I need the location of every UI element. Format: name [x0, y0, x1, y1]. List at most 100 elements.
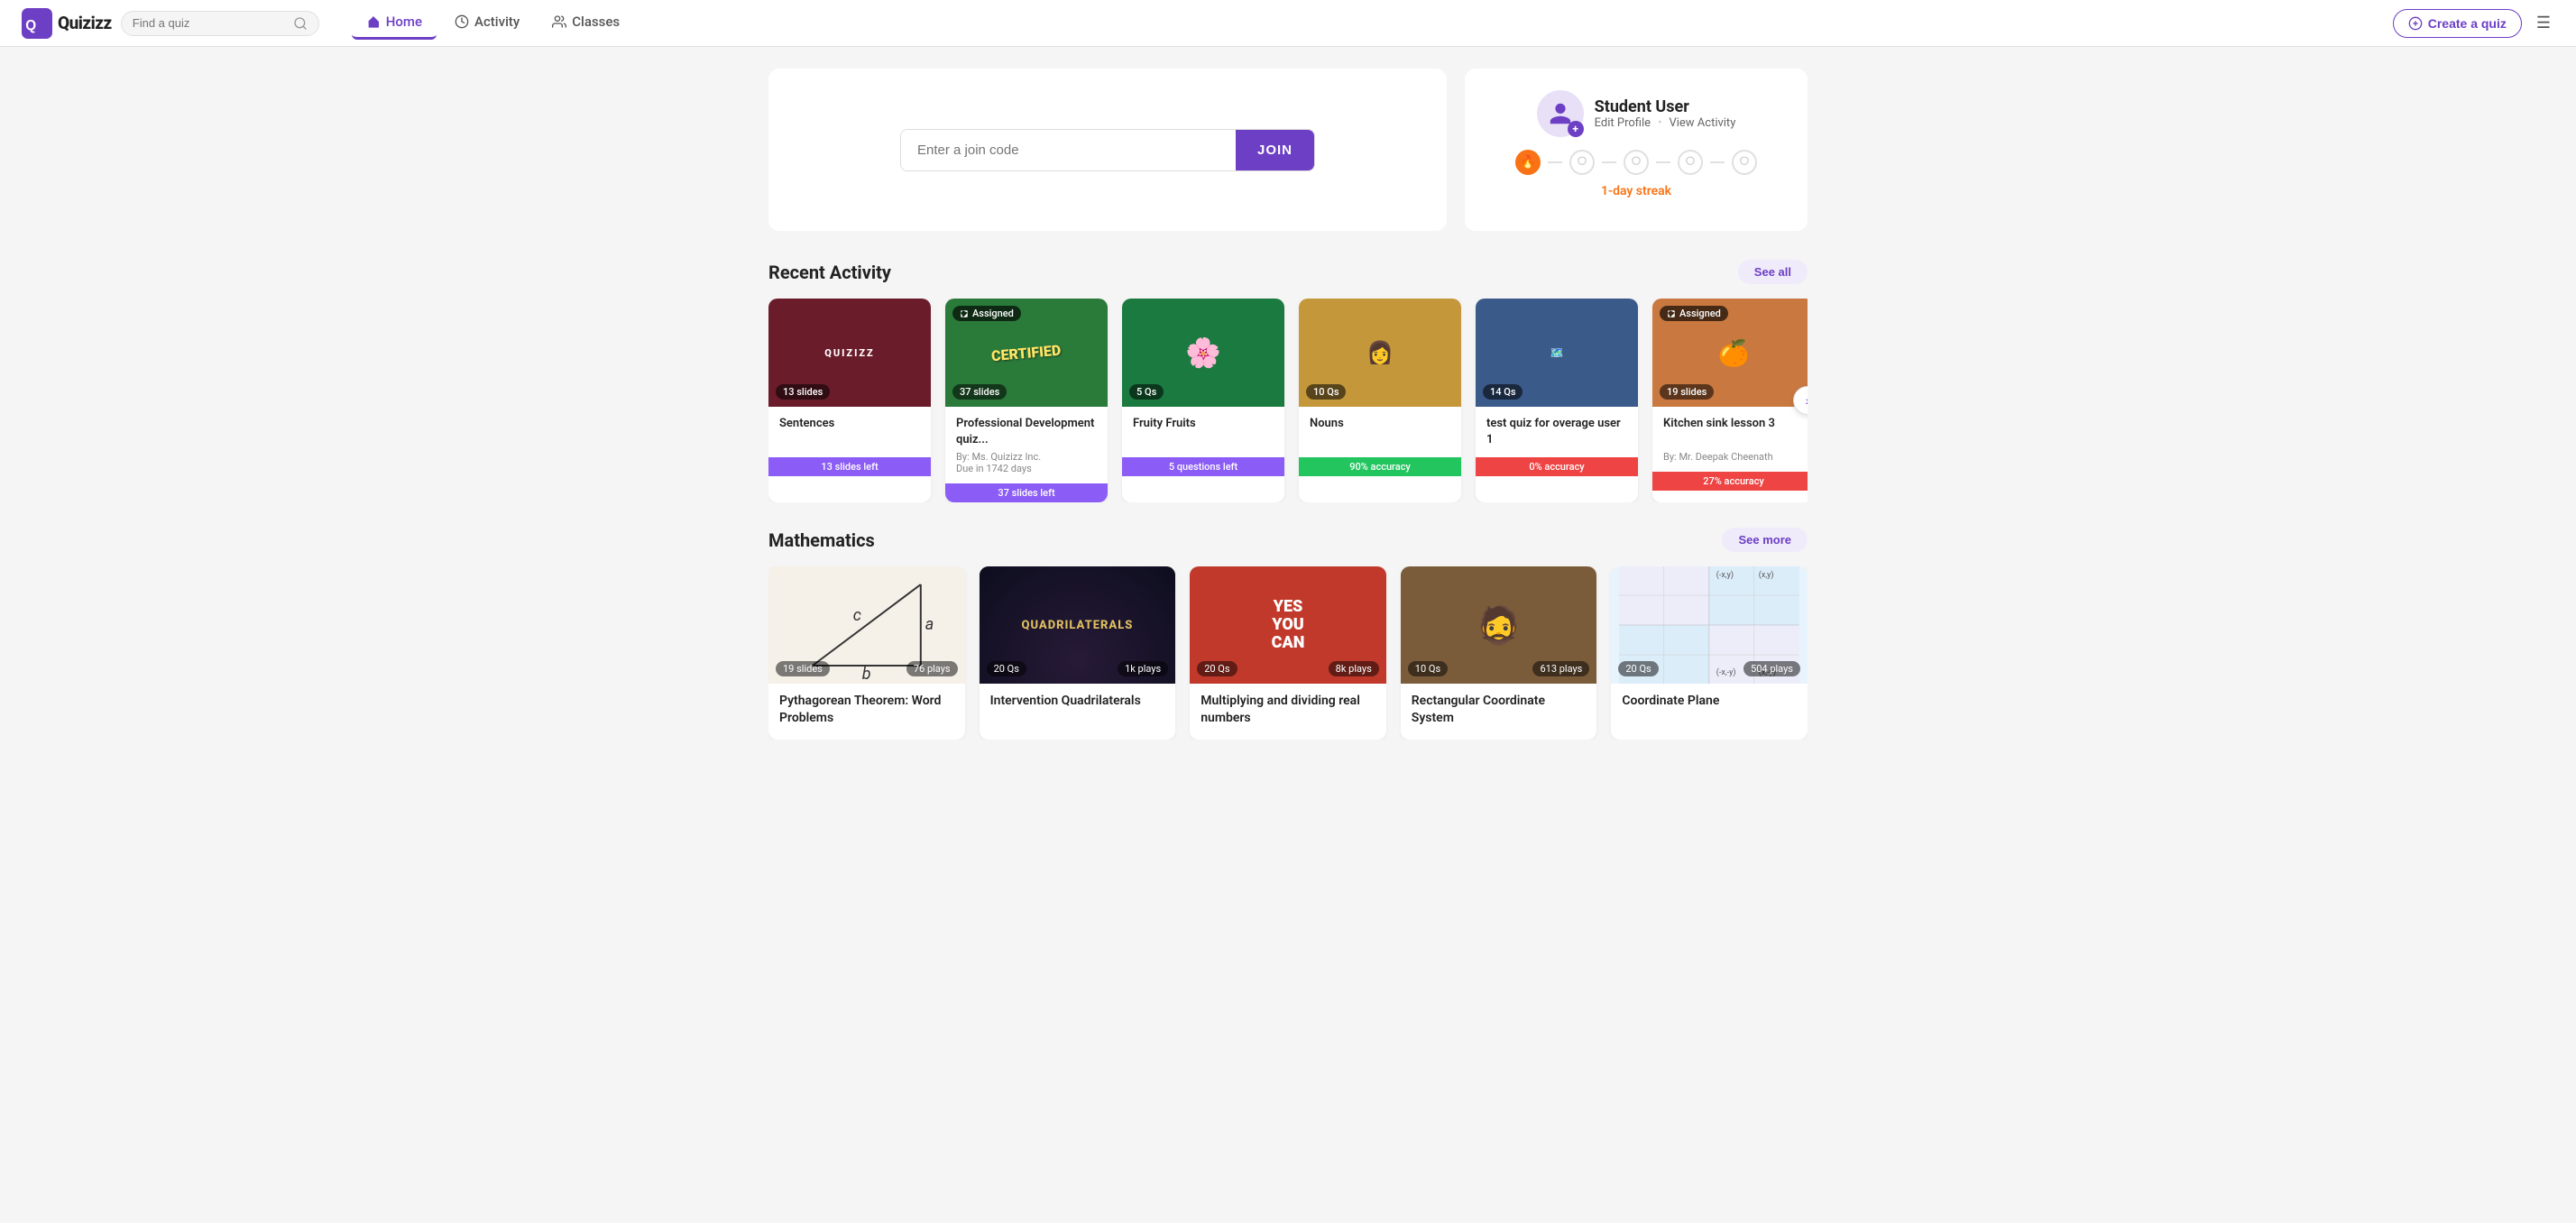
search-input[interactable]	[133, 16, 290, 30]
math-thumb-pythagorean: c a b 19 slides 76 plays	[768, 566, 965, 684]
see-more-button[interactable]: See more	[1722, 528, 1808, 552]
menu-button[interactable]: ☰	[2533, 10, 2554, 36]
profile-links: Edit Profile • View Activity	[1595, 116, 1736, 130]
streak-day-4	[1678, 150, 1703, 175]
quiz-card-fruity[interactable]: 🌸 5 Qs Fruity Fruits 5 questions left	[1122, 299, 1284, 502]
svg-text:b: b	[862, 665, 871, 684]
card-status-fruity: 5 questions left	[1122, 457, 1284, 476]
nav-home[interactable]: Home	[352, 6, 437, 40]
card-body-test: test quiz for overage user 1	[1476, 407, 1638, 457]
streak-connector-3	[1656, 161, 1670, 163]
quiz-card-test[interactable]: 🗺️ 14 Qs test quiz for overage user 1 0%…	[1476, 299, 1638, 502]
card-title-sentences: Sentences	[779, 416, 920, 448]
create-quiz-label: Create a quiz	[2428, 16, 2507, 31]
math-thumb-bg-multiplying: YESYOUCAN 20 Qs 8k plays	[1190, 566, 1386, 684]
see-all-button[interactable]: See all	[1738, 260, 1808, 284]
avatar-plus-icon[interactable]: +	[1568, 121, 1584, 137]
math-thumb-rectangular: 🧔 10 Qs 613 plays	[1401, 566, 1597, 684]
streak-day-2	[1569, 150, 1595, 175]
math-card-rectangular[interactable]: 🧔 10 Qs 613 plays Rectangular Coordinate…	[1401, 566, 1597, 740]
streak-connector-2	[1602, 161, 1616, 163]
coord-badge-right: 504 plays	[1743, 661, 1800, 676]
join-code-input[interactable]	[901, 130, 1236, 170]
rect-badge-right: 613 plays	[1532, 661, 1589, 676]
streak-connector-1	[1548, 161, 1562, 163]
quiz-card-professional[interactable]: CERTIFIED Assigned 37 slides Professiona…	[945, 299, 1108, 502]
card-thumb-fruity: 🌸 5 Qs	[1122, 299, 1284, 407]
math-card-title-rectangular: Rectangular Coordinate System	[1412, 693, 1587, 727]
mathematics-section: Mathematics See more c a b	[768, 528, 1808, 740]
quiz-card-kitchen[interactable]: 🍊 Assigned 19 slides Kitchen sink lesson…	[1652, 299, 1808, 502]
recent-activity-title: Recent Activity	[768, 262, 891, 283]
card-thumb-sentences: QUIZIZZ 13 slides	[768, 299, 931, 407]
card-thumb-professional: CERTIFIED Assigned 37 slides	[945, 299, 1108, 407]
navbar: Q Quizizz Home Activity Classes	[0, 0, 2576, 47]
mult-badge-right: 8k plays	[1329, 661, 1379, 676]
card-body-professional: Professional Development quiz... By: Ms.…	[945, 407, 1108, 483]
users-icon	[552, 14, 566, 29]
card-badge-test: 14 Qs	[1483, 384, 1523, 400]
streak-connector-4	[1710, 161, 1725, 163]
math-card-body-coordinate: Coordinate Plane	[1611, 684, 1808, 722]
card-badge-professional: 37 slides	[952, 384, 1007, 400]
card-status-professional: 37 slides left	[945, 483, 1108, 502]
recent-activity-header: Recent Activity See all	[768, 260, 1808, 284]
card-sub-professional: By: Ms. Quizizz Inc.Due in 1742 days	[956, 451, 1097, 474]
math-thumb-bg-rectangular: 🧔 10 Qs 613 plays	[1401, 566, 1597, 684]
card-status-sentences: 13 slides left	[768, 457, 931, 476]
edit-profile-link[interactable]: Edit Profile	[1595, 116, 1651, 130]
card-thumb-kitchen: 🍊 Assigned 19 slides	[1652, 299, 1808, 407]
math-thumb-bg-quadrilaterals: QUADRILATERALS 20 Qs 1k plays	[980, 566, 1176, 684]
math-card-body-multiplying: Multiplying and dividing real numbers	[1190, 684, 1386, 740]
streak-day-1: 🔥	[1515, 150, 1541, 175]
nav-classes[interactable]: Classes	[538, 6, 634, 40]
svg-text:c: c	[853, 606, 861, 625]
math-card-body-pythagorean: Pythagorean Theorem: Word Problems	[768, 684, 965, 740]
quad-text: QUADRILATERALS	[1014, 612, 1140, 639]
card-badge-kitchen: 19 slides	[1660, 384, 1714, 400]
card-sub-kitchen: By: Mr. Deepak Cheenath	[1663, 451, 1804, 463]
join-button[interactable]: JOIN	[1236, 130, 1314, 170]
profile-info: Student User Edit Profile • View Activit…	[1595, 97, 1736, 130]
card-thumb-test: 🗺️ 14 Qs	[1476, 299, 1638, 407]
quiz-card-sentences[interactable]: QUIZIZZ 13 slides Sentences 13 slides le…	[768, 299, 931, 502]
card-status-test: 0% accuracy	[1476, 457, 1638, 476]
math-thumb-coordinate: (-x,y) (x,y) (-x,-y) (x,-y) 20 Qs 504 pl…	[1611, 566, 1808, 684]
home-icon	[366, 14, 381, 29]
card-thumb-nouns: 👩 10 Qs	[1299, 299, 1461, 407]
math-thumb-quadrilaterals: QUADRILATERALS 20 Qs 1k plays	[980, 566, 1176, 684]
math-card-quadrilaterals[interactable]: QUADRILATERALS 20 Qs 1k plays Interventi…	[980, 566, 1176, 740]
card-body-sentences: Sentences	[768, 407, 931, 457]
card-status-kitchen: 27% accuracy	[1652, 472, 1808, 491]
nav-right: Create a quiz ☰	[2393, 9, 2554, 38]
coord-badge-left: 20 Qs	[1618, 661, 1658, 676]
create-quiz-button[interactable]: Create a quiz	[2393, 9, 2522, 38]
quad-badge-right: 1k plays	[1118, 661, 1168, 676]
logo[interactable]: Q Quizizz	[22, 8, 112, 39]
svg-text:(-x,-y): (-x,-y)	[1716, 667, 1736, 677]
math-card-pythagorean[interactable]: c a b 19 slides 76 plays Pythagorean The…	[768, 566, 965, 740]
clock-icon	[455, 14, 469, 29]
math-card-title-coordinate: Coordinate Plane	[1622, 693, 1797, 710]
mathematics-title: Mathematics	[768, 529, 875, 551]
math-card-title-pythagorean: Pythagorean Theorem: Word Problems	[779, 693, 954, 727]
svg-text:Q: Q	[25, 17, 36, 32]
search-bar[interactable]	[121, 11, 319, 36]
math-card-coordinate[interactable]: (-x,y) (x,y) (-x,-y) (x,-y) 20 Qs 504 pl…	[1611, 566, 1808, 740]
card-title-nouns: Nouns	[1310, 416, 1450, 448]
view-activity-link[interactable]: View Activity	[1669, 116, 1735, 130]
card-status-nouns: 90% accuracy	[1299, 457, 1461, 476]
avatar: +	[1537, 90, 1584, 137]
profile-name: Student User	[1595, 97, 1736, 116]
recent-activity-section: Recent Activity See all QUIZIZZ 13 slide…	[768, 260, 1808, 502]
card-body-fruity: Fruity Fruits	[1122, 407, 1284, 457]
nav-activity[interactable]: Activity	[440, 6, 534, 40]
logo-text: Quizizz	[58, 13, 112, 33]
math-card-body-quadrilaterals: Intervention Quadrilaterals	[980, 684, 1176, 722]
card-badge-fruity: 5 Qs	[1129, 384, 1164, 400]
svg-text:(-x,y): (-x,y)	[1716, 570, 1734, 580]
math-card-multiplying[interactable]: YESYOUCAN 20 Qs 8k plays Multiplying and…	[1190, 566, 1386, 740]
quiz-card-nouns[interactable]: 👩 10 Qs Nouns 90% accuracy	[1299, 299, 1461, 502]
svg-text:a: a	[925, 615, 934, 634]
nav-home-label: Home	[386, 14, 422, 30]
